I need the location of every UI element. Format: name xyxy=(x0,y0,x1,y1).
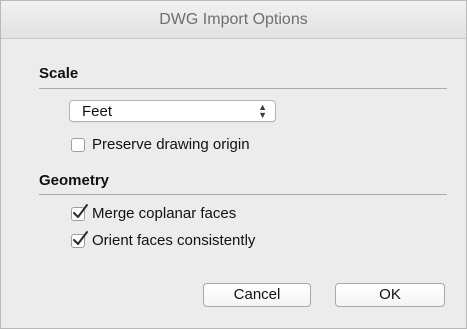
ok-button[interactable]: OK xyxy=(335,283,445,307)
window-title-bar[interactable]: DWG Import Options xyxy=(1,1,466,39)
scale-section-title: Scale xyxy=(39,65,79,82)
window-title: DWG Import Options xyxy=(159,11,308,28)
preserve-origin-label: Preserve drawing origin xyxy=(92,136,250,153)
units-popup[interactable]: Feet ▲ ▼ xyxy=(69,100,276,122)
orient-faces-row[interactable]: Orient faces consistently xyxy=(71,230,256,249)
units-popup-value: Feet xyxy=(82,103,113,120)
geometry-separator xyxy=(39,194,447,195)
orient-faces-label: Orient faces consistently xyxy=(92,232,256,249)
scale-separator xyxy=(39,88,447,89)
cancel-button[interactable]: Cancel xyxy=(203,283,311,307)
checkmark-icon xyxy=(73,203,88,218)
checkmark-icon xyxy=(73,230,88,245)
preserve-origin-checkbox[interactable] xyxy=(71,137,85,152)
geometry-section-title: Geometry xyxy=(39,172,110,189)
up-down-chevron-icon: ▲ ▼ xyxy=(258,102,267,120)
merge-coplanar-label: Merge coplanar faces xyxy=(92,205,237,222)
merge-coplanar-row[interactable]: Merge coplanar faces xyxy=(71,203,237,222)
dwg-import-dialog: DWG Import Options Scale Feet ▲ ▼ Preserv… xyxy=(0,0,467,329)
orient-faces-checkbox[interactable] xyxy=(71,230,88,248)
preserve-origin-row[interactable]: Preserve drawing origin xyxy=(71,136,250,153)
merge-coplanar-checkbox[interactable] xyxy=(71,203,88,221)
